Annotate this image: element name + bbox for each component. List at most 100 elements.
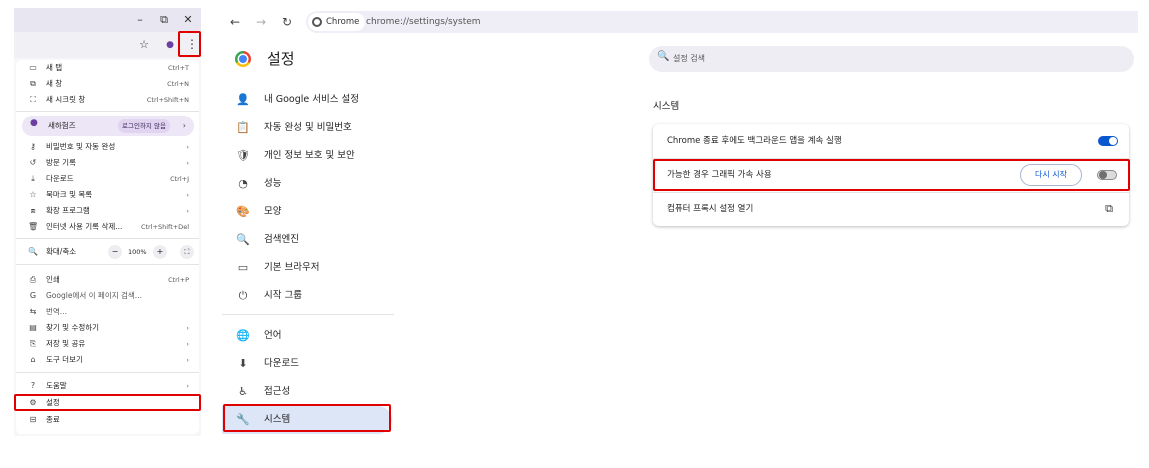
sidebar-item-privacy[interactable]: 🛡 개인 정보 보호 및 보안 (222, 142, 392, 170)
menu-item-clear-data[interactable]: 🗑 인터넷 사용 기록 삭제... Ctrl+Shift+Del (16, 219, 199, 235)
forward-icon[interactable]: → (252, 13, 270, 31)
settings-window: ← → ↻ Chrome chrome://settings/system 설정… (222, 8, 1138, 448)
sidebar-item-accessibility[interactable]: ♿ 접근성 (222, 378, 392, 406)
tools-icon: ⌂ (30, 355, 36, 364)
palette-icon: 🎨 (236, 205, 250, 218)
search-icon: 🔍 (236, 233, 250, 246)
menu-item-find-edit[interactable]: ▤ 찾기 및 수정하기 › (16, 320, 199, 336)
sidebar-item-languages[interactable]: 🌐 언어 (222, 322, 392, 350)
menu-item-print[interactable]: ⎙ 인쇄 Ctrl+P (16, 272, 199, 288)
translate-icon: ⇆ (29, 307, 37, 316)
chevron-right-icon: › (182, 121, 186, 130)
settings-highlight-box (14, 394, 201, 411)
zoom-in-button[interactable]: + (153, 245, 167, 259)
divider (16, 111, 199, 112)
menu-item-incognito[interactable]: ⛶ 새 시크릿 창 Ctrl+Shift+N (16, 92, 199, 108)
sidebar-divider (222, 314, 394, 315)
zoom-out-button[interactable]: − (108, 245, 122, 259)
sidebar-item-downloads[interactable]: ⬇ 다운로드 (222, 350, 392, 378)
new-window-icon: ⧉ (30, 79, 36, 88)
close-icon[interactable]: ✕ (180, 12, 196, 28)
menu-item-new-tab[interactable]: ▭ 새 탭 Ctrl+T (16, 60, 199, 76)
sign-in-badge: 로그인하지 않음 (118, 119, 170, 133)
person-icon: 👤 (236, 93, 250, 106)
profile-icon[interactable]: ● (162, 37, 178, 53)
new-tab-icon: ▭ (29, 63, 37, 72)
sidebar-item-performance[interactable]: ◔ 성능 (222, 170, 392, 198)
menu-item-more-tools[interactable]: ⌂ 도구 더보기 › (16, 352, 199, 368)
toolbar: ☆ ● (14, 32, 201, 58)
download-icon: ⬇ (238, 357, 248, 370)
navigation-bar: ← → ↻ Chrome chrome://settings/system (222, 8, 1138, 36)
exit-icon: ⊟ (29, 415, 37, 424)
title-bar: – ⧉ ✕ (14, 8, 201, 32)
zoom-icon: 🔍 (28, 247, 38, 256)
menu-item-exit[interactable]: ⊟ 종료 (16, 412, 199, 428)
menu-button-highlight[interactable]: ⋮ (178, 31, 201, 57)
minimize-icon[interactable]: – (132, 12, 148, 28)
menu-item-help[interactable]: ? 도움말 › (16, 378, 199, 394)
reload-icon[interactable]: ↻ (278, 13, 296, 31)
divider (16, 238, 199, 239)
menu-item-passwords[interactable]: ⚷ 비밀번호 및 자동 완성 › (16, 139, 199, 155)
background-apps-toggle[interactable] (1098, 136, 1118, 146)
clipboard-icon: 📋 (236, 121, 250, 134)
bookmark-star-icon[interactable]: ☆ (136, 37, 152, 53)
shield-icon: 🛡 (236, 149, 250, 162)
key-icon: ⚷ (30, 142, 36, 151)
print-icon: ⎙ (29, 275, 37, 284)
chrome-menu-panel: – ⧉ ✕ ☆ ● ⋮ ▭ 새 탭 Ctrl+T ⧉ 새 창 Ctrl+N ⛶ (14, 8, 201, 436)
menu-item-downloads[interactable]: ⤓ 다운로드 Ctrl+J (16, 171, 199, 187)
sidebar-item-google-services[interactable]: 👤 내 Google 서비스 설정 (222, 86, 392, 114)
globe-icon: 🌐 (236, 329, 250, 342)
divider (16, 372, 199, 373)
page-title: 설정 (267, 50, 295, 68)
history-icon: ↺ (29, 158, 37, 167)
kebab-menu-icon[interactable]: ⋮ (186, 37, 198, 51)
save-share-icon: ⎘ (29, 339, 37, 348)
sidebar-item-on-startup[interactable]: ⏻ 시작 그룹 (222, 282, 392, 310)
search-placeholder: 설정 검색 (673, 54, 705, 63)
download-icon: ⤓ (31, 174, 35, 183)
site-chip[interactable]: Chrome (308, 13, 366, 31)
fullscreen-icon[interactable]: ⛶ (180, 245, 194, 259)
browser-icon: ▭ (237, 261, 249, 274)
external-link-icon[interactable]: ⧉ (1103, 203, 1115, 215)
row-proxy-settings[interactable]: 컴퓨터 프록시 설정 열기 ⧉ (653, 192, 1129, 226)
sidebar-item-default-browser[interactable]: ▭ 기본 브라우저 (222, 254, 392, 282)
address-bar[interactable]: Chrome chrome://settings/system (306, 11, 1138, 33)
search-icon: 🔍 (657, 51, 670, 62)
sidebar-item-search-engine[interactable]: 🔍 검색엔진 (222, 226, 392, 254)
help-icon: ? (30, 381, 36, 390)
system-highlight-box (223, 404, 391, 432)
menu-item-new-window[interactable]: ⧉ 새 창 Ctrl+N (16, 76, 199, 92)
menu-item-zoom: 🔍 확대/축소 − 100% + ⛶ (16, 244, 199, 260)
restore-icon[interactable]: ⧉ (156, 12, 172, 28)
divider (16, 264, 199, 265)
row-background-apps[interactable]: Chrome 종료 후에도 백그라운드 앱을 계속 실행 (653, 124, 1129, 158)
speedometer-icon: ◔ (238, 177, 248, 190)
profile-icon: ● (30, 118, 38, 128)
main-menu: ▭ 새 탭 Ctrl+T ⧉ 새 창 Ctrl+N ⛶ 새 시크릿 창 Ctrl… (16, 60, 199, 434)
menu-item-history[interactable]: ↺ 방문 기록 › (16, 155, 199, 171)
chrome-icon (312, 17, 322, 27)
accessibility-icon: ♿ (238, 385, 248, 398)
back-icon[interactable]: ← (226, 13, 244, 31)
menu-item-bookmarks[interactable]: ☆ 북마크 및 목록 › (16, 187, 199, 203)
incognito-icon: ⛶ (30, 95, 36, 104)
sidebar-item-appearance[interactable]: 🎨 모양 (222, 198, 392, 226)
section-title: 시스템 (653, 101, 680, 112)
chrome-logo-icon (235, 51, 251, 67)
hardware-acceleration-highlight-box (653, 159, 1130, 191)
settings-search-input[interactable]: 🔍 설정 검색 (649, 46, 1134, 72)
zoom-level: 100% (128, 248, 147, 256)
sidebar-item-autofill[interactable]: 📋 자동 완성 및 비밀번호 (222, 114, 392, 142)
screenshot-root: – ⧉ ✕ ☆ ● ⋮ ▭ 새 탭 Ctrl+T ⧉ 새 창 Ctrl+N ⛶ (0, 0, 1149, 468)
menu-item-extensions[interactable]: ⧈ 확장 프로그램 › (16, 203, 199, 219)
profile-menu-item[interactable]: ● 새하험즈 로그인하지 않음 › (22, 116, 194, 136)
menu-item-search-google[interactable]: G Google에서 이 페이지 검색... (16, 288, 199, 304)
find-edit-icon: ▤ (29, 323, 37, 332)
power-icon: ⏻ (238, 289, 248, 302)
menu-item-save-share[interactable]: ⎘ 저장 및 공유 › (16, 336, 199, 352)
menu-item-translate[interactable]: ⇆ 번역... (16, 304, 199, 320)
